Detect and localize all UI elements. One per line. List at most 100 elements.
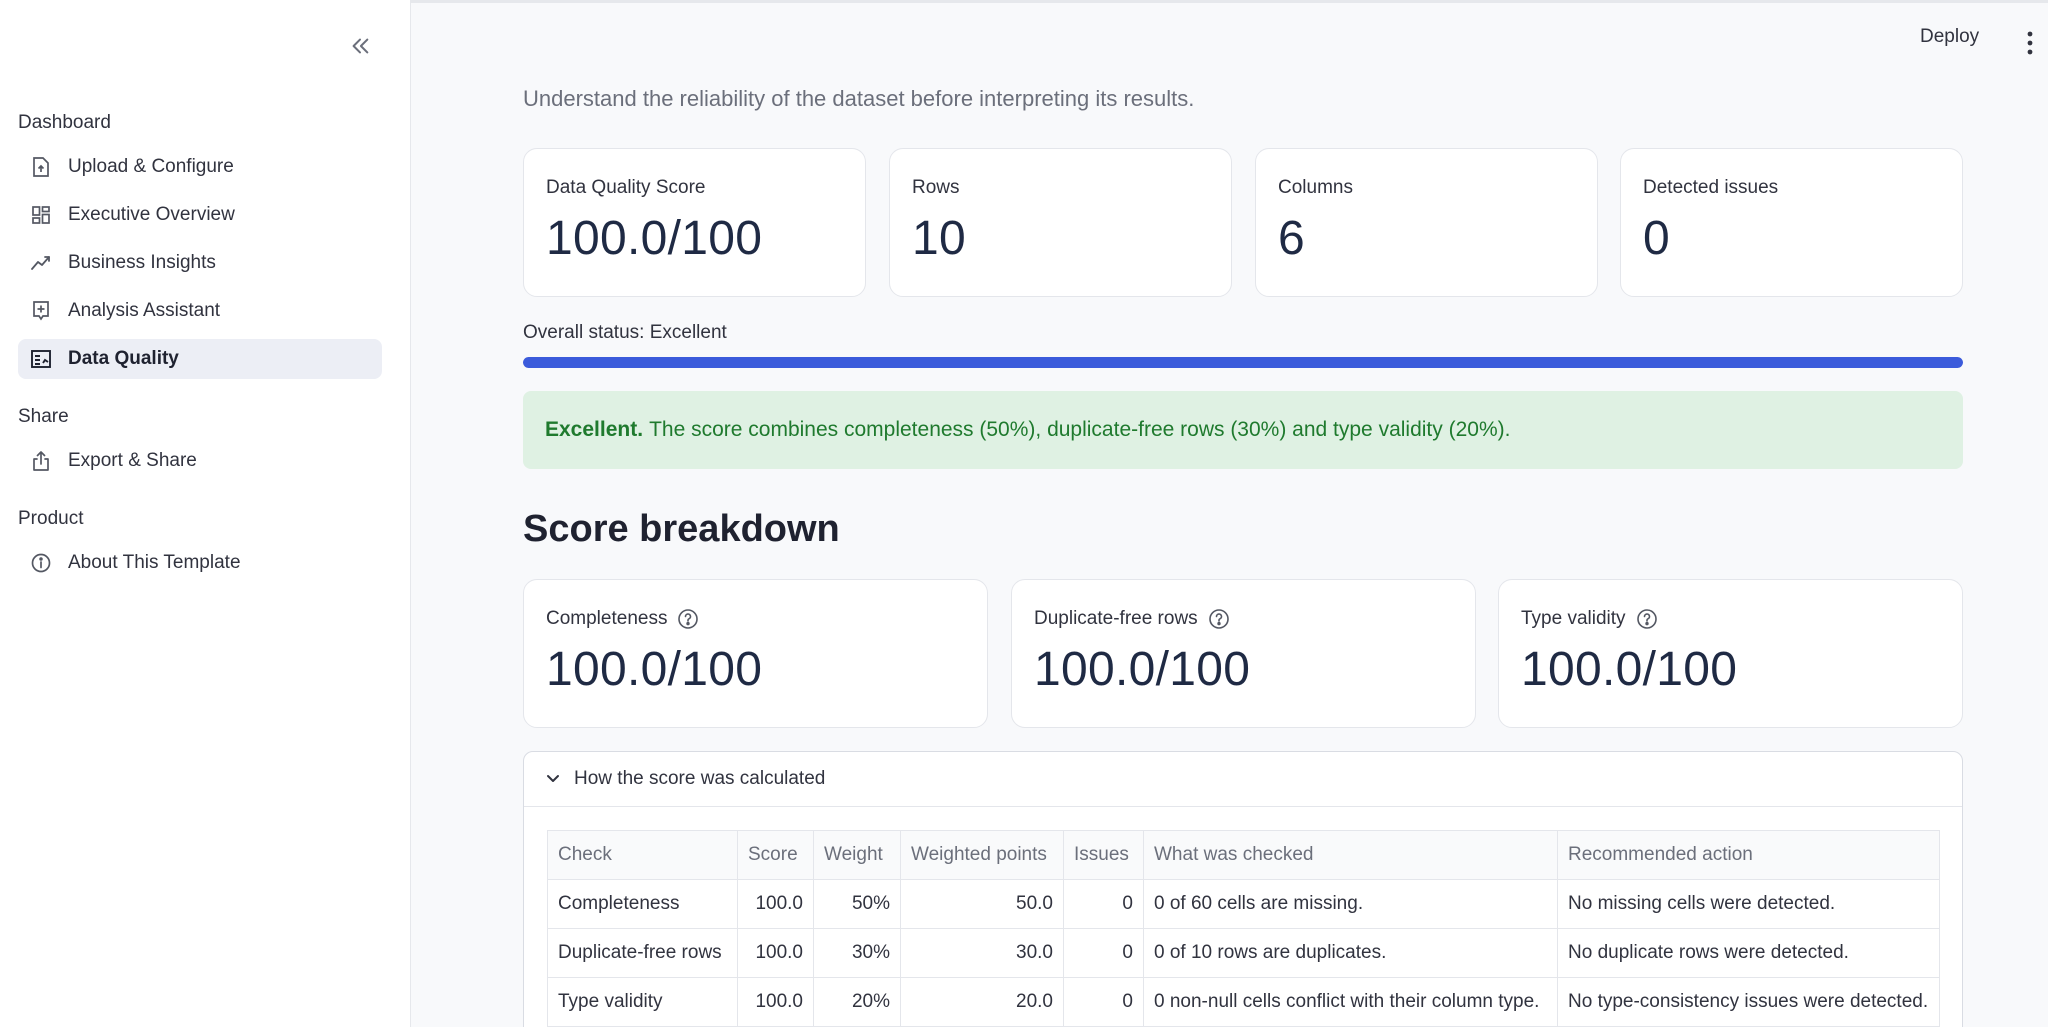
table-cell: 20% — [813, 977, 901, 1027]
breakdown-card-duplicate-free: Duplicate-free rows 100.0/100 — [1011, 579, 1476, 728]
table-cell: 100.0 — [737, 928, 814, 978]
score-calculation-expander: How the score was calculated Check Score… — [523, 751, 1963, 1027]
table-cell: 0 — [1063, 977, 1144, 1027]
table-cell: 30% — [813, 928, 901, 978]
table-header-row: Check Score Weight Weighted points Issue… — [547, 830, 1940, 880]
metric-label: Data Quality Score — [546, 177, 706, 198]
sidebar-item-upload-configure[interactable]: Upload & Configure — [18, 147, 382, 187]
column-header[interactable]: Recommended action — [1557, 830, 1940, 880]
nav-group-dashboard: Dashboard — [18, 112, 111, 133]
table-row: Type validity 100.0 20% 20.0 0 0 non-nul… — [547, 977, 1940, 1027]
table-row: Duplicate-free rows 100.0 30% 30.0 0 0 o… — [547, 928, 1940, 978]
table-cell: 50% — [813, 879, 901, 929]
table-cell: 0 non-null cells conflict with their col… — [1143, 977, 1558, 1027]
sidebar: Dashboard Upload & Configure Executive O… — [0, 0, 411, 1027]
table-cell: No missing cells were detected. — [1557, 879, 1940, 929]
file-upload-icon — [30, 156, 52, 178]
table-cell: 0 — [1063, 879, 1144, 929]
sidebar-item-business-insights[interactable]: Business Insights — [18, 243, 382, 283]
help-circle-icon[interactable] — [677, 608, 699, 630]
sidebar-item-label: About This Template — [68, 552, 241, 573]
metric-label: Rows — [912, 177, 960, 198]
success-alert: Excellent. The score combines completene… — [523, 391, 1963, 469]
table-cell: No duplicate rows were detected. — [1557, 928, 1940, 978]
breakdown-label-row: Type validity — [1521, 608, 1658, 630]
breakdown-label-row: Completeness — [546, 608, 699, 630]
column-header[interactable]: Weighted points — [900, 830, 1064, 880]
table-cell: 20.0 — [900, 977, 1064, 1027]
sidebar-item-label: Data Quality — [68, 348, 179, 369]
table-cell: 30.0 — [900, 928, 1064, 978]
sidebar-item-label: Business Insights — [68, 252, 216, 273]
main-menu-button[interactable] — [2020, 30, 2040, 56]
nav-group-share: Share — [18, 406, 69, 427]
breakdown-label: Duplicate-free rows — [1034, 608, 1198, 629]
sidebar-item-export-share[interactable]: Export & Share — [18, 441, 382, 481]
metric-label: Columns — [1278, 177, 1353, 198]
metric-card-columns: Columns 6 — [1255, 148, 1598, 297]
table-cell: Duplicate-free rows — [547, 928, 738, 978]
sidebar-item-data-quality[interactable]: Data Quality — [18, 339, 382, 379]
table-cell: 0 of 10 rows are duplicates. — [1143, 928, 1558, 978]
score-breakdown-heading: Score breakdown — [523, 508, 840, 550]
more-vertical-icon — [2027, 31, 2033, 55]
table-cell: 0 of 60 cells are missing. — [1143, 879, 1558, 929]
metric-value: 6 — [1278, 212, 1305, 265]
table-cell: 100.0 — [737, 879, 814, 929]
info-icon — [30, 552, 52, 574]
deploy-button[interactable]: Deploy — [1920, 26, 1979, 48]
sidebar-item-label: Analysis Assistant — [68, 300, 221, 321]
table-row: Completeness 100.0 50% 50.0 0 0 of 60 ce… — [547, 879, 1940, 929]
sidebar-item-analysis-assistant[interactable]: Analysis Assistant — [18, 291, 382, 331]
table-cell: 50.0 — [900, 879, 1064, 929]
breakdown-card-completeness: Completeness 100.0/100 — [523, 579, 988, 728]
table-cell: 100.0 — [737, 977, 814, 1027]
help-circle-icon[interactable] — [1636, 608, 1658, 630]
sidebar-item-executive-overview[interactable]: Executive Overview — [18, 195, 382, 235]
double-chevron-left-icon — [352, 38, 369, 54]
breakdown-label: Completeness — [546, 608, 668, 629]
column-header[interactable]: What was checked — [1143, 830, 1558, 880]
dashboard-grid-icon — [30, 204, 52, 226]
column-header[interactable]: Weight — [813, 830, 901, 880]
table-cell: 0 — [1063, 928, 1144, 978]
breakdown-label-row: Duplicate-free rows — [1034, 608, 1230, 630]
sidebar-item-label: Upload & Configure — [68, 156, 234, 177]
nav-group-product: Product — [18, 508, 84, 529]
metric-card-score: Data Quality Score 100.0/100 — [523, 148, 866, 297]
alert-text: The score combines completeness (50%), d… — [649, 418, 1511, 441]
breakdown-value: 100.0/100 — [1521, 643, 1738, 696]
chevron-down-icon — [546, 774, 560, 784]
share-export-icon — [30, 450, 52, 472]
metric-value: 100.0/100 — [546, 212, 763, 265]
score-calculation-table: Check Score Weight Weighted points Issue… — [547, 830, 1940, 1027]
metric-card-rows: Rows 10 — [889, 148, 1232, 297]
table-cell: Completeness — [547, 879, 738, 929]
sidebar-item-about-template[interactable]: About This Template — [18, 543, 382, 583]
breakdown-value: 100.0/100 — [1034, 643, 1251, 696]
breakdown-card-type-validity: Type validity 100.0/100 — [1498, 579, 1963, 728]
add-box-icon — [30, 300, 52, 322]
collapse-sidebar-button[interactable] — [342, 28, 378, 64]
breakdown-label: Type validity — [1521, 608, 1626, 629]
page-subtitle: Understand the reliability of the datase… — [523, 86, 1195, 111]
metric-label: Detected issues — [1643, 177, 1779, 198]
column-header[interactable]: Score — [737, 830, 814, 880]
expander-label: How the score was calculated — [574, 768, 826, 789]
metric-value: 0 — [1643, 212, 1670, 265]
table-cell: Type validity — [547, 977, 738, 1027]
expander-header[interactable]: How the score was calculated — [524, 752, 1962, 807]
table-chart-icon — [30, 348, 52, 370]
sidebar-item-label: Executive Overview — [68, 204, 235, 225]
metric-value: 10 — [912, 212, 966, 265]
column-header[interactable]: Check — [547, 830, 738, 880]
overall-status-label: Overall status: Excellent — [523, 322, 727, 343]
breakdown-value: 100.0/100 — [546, 643, 763, 696]
alert-bold: Excellent. — [545, 418, 644, 441]
table-cell: No type-consistency issues were detected… — [1557, 977, 1940, 1027]
help-circle-icon[interactable] — [1208, 608, 1230, 630]
column-header[interactable]: Issues — [1063, 830, 1144, 880]
sidebar-item-label: Export & Share — [68, 450, 197, 471]
trend-line-icon — [30, 252, 52, 274]
metric-card-issues: Detected issues 0 — [1620, 148, 1963, 297]
